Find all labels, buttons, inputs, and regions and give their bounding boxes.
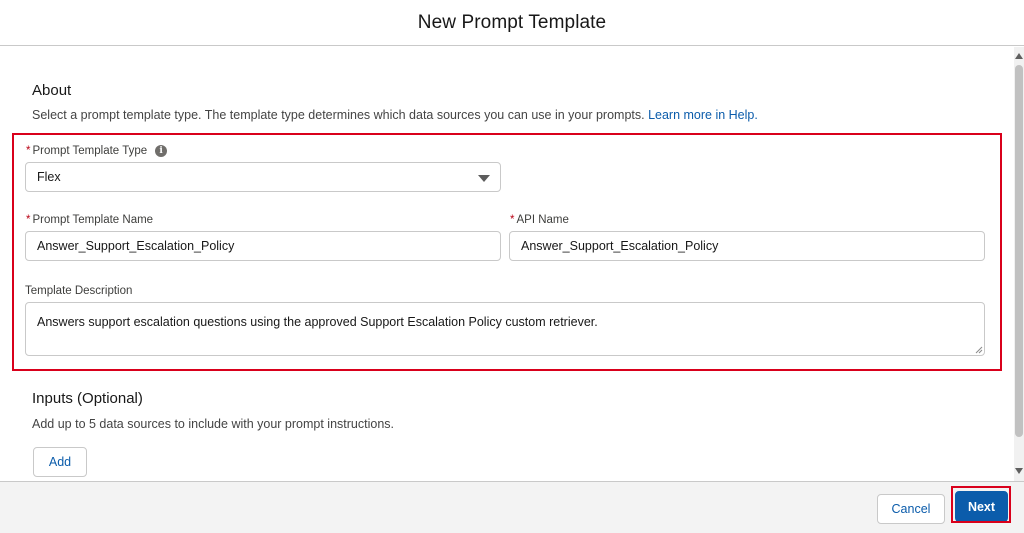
about-section-title: About bbox=[32, 82, 72, 99]
inputs-section-description: Add up to 5 data sources to include with… bbox=[32, 417, 394, 431]
template-type-select[interactable]: Flex bbox=[25, 162, 501, 192]
next-button[interactable]: Next bbox=[955, 491, 1008, 522]
scroll-thumb[interactable] bbox=[1015, 65, 1023, 437]
required-marker: * bbox=[26, 214, 31, 226]
cancel-button[interactable]: Cancel bbox=[877, 494, 945, 524]
template-name-label-text: Prompt Template Name bbox=[32, 214, 154, 226]
api-name-label: * API Name bbox=[510, 214, 569, 226]
scroll-up-icon[interactable] bbox=[1015, 53, 1023, 59]
modal-body: About Select a prompt template type. The… bbox=[0, 47, 1024, 481]
template-type-label-text: Prompt Template Type bbox=[32, 145, 148, 157]
template-description-textarea[interactable]: Answers support escalation questions usi… bbox=[25, 302, 985, 356]
api-name-label-text: API Name bbox=[516, 214, 569, 226]
about-section-description: Select a prompt template type. The templ… bbox=[32, 108, 758, 122]
chevron-down-icon bbox=[478, 175, 490, 182]
resize-grip-icon[interactable] bbox=[975, 346, 983, 354]
learn-more-help-link[interactable]: Learn more in Help. bbox=[648, 108, 758, 122]
modal-footer: Cancel Next bbox=[0, 481, 1024, 533]
api-name-input[interactable] bbox=[509, 231, 985, 261]
scroll-down-icon[interactable] bbox=[1015, 468, 1023, 474]
info-icon[interactable]: i bbox=[155, 145, 168, 157]
template-name-input[interactable] bbox=[25, 231, 501, 261]
template-name-label: * Prompt Template Name bbox=[26, 214, 153, 226]
template-type-label: * Prompt Template Type i bbox=[26, 145, 168, 157]
required-marker: * bbox=[26, 145, 31, 157]
vertical-scrollbar[interactable] bbox=[1014, 47, 1024, 481]
about-description-text: Select a prompt template type. The templ… bbox=[32, 108, 649, 122]
inputs-section-title: Inputs (Optional) bbox=[32, 390, 143, 407]
modal-title: New Prompt Template bbox=[417, 11, 607, 33]
template-type-value: Flex bbox=[37, 170, 61, 184]
required-marker: * bbox=[510, 214, 515, 226]
add-input-button[interactable]: Add bbox=[33, 447, 87, 477]
modal-header: New Prompt Template bbox=[0, 0, 1024, 46]
template-description-label: Template Description bbox=[25, 285, 132, 297]
template-description-label-text: Template Description bbox=[25, 285, 133, 297]
